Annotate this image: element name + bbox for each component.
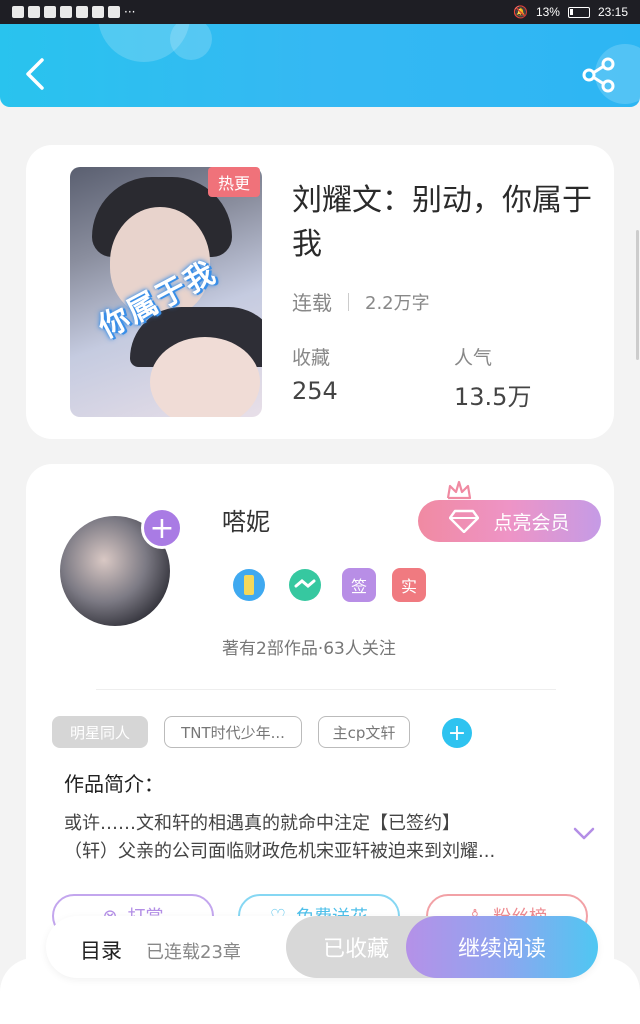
vip-button[interactable]: 点亮会员 xyxy=(418,500,601,542)
status-bar: ··· 🔕 13% 23:15 xyxy=(0,0,640,24)
book-cover[interactable]: 你属于我 xyxy=(70,167,262,417)
intro-line: 或许……文和轩的相遇真的就命中注定【已签约】 xyxy=(64,813,460,834)
author-name[interactable]: 嗒妮 xyxy=(222,502,270,537)
book-title: 刘耀文：别动，你属于我 xyxy=(292,183,592,262)
clock: 23:15 xyxy=(597,5,628,19)
scrollbar[interactable] xyxy=(636,230,639,360)
bulb-icon xyxy=(108,6,120,18)
bulb-icon xyxy=(92,6,104,18)
mute-icon: 🔕 xyxy=(512,5,528,19)
decor-bubble xyxy=(170,18,212,60)
cover-figure xyxy=(150,337,260,417)
wifi-icon xyxy=(12,6,24,18)
vip-button-label: 点亮会员 xyxy=(493,511,570,534)
notification-icons: ··· xyxy=(12,5,135,19)
verified-badge: 实 xyxy=(392,568,426,602)
back-icon[interactable] xyxy=(18,56,54,92)
popularity-value: 13.5万 xyxy=(454,383,532,411)
chapter-count[interactable]: 已连载23章 xyxy=(146,938,241,964)
tag-category[interactable]: 明星同人 xyxy=(52,716,148,748)
book-meta: 连载 2.2万字 xyxy=(292,287,430,316)
serial-status: 连载 xyxy=(292,291,332,315)
book-info-card: 你属于我 热更 刘耀文：别动，你属于我 连载 2.2万字 收藏 254 人气 1… xyxy=(26,145,614,439)
handshake-medal-icon xyxy=(289,569,321,601)
battery-icon xyxy=(567,6,590,18)
battery-percent: 13% xyxy=(535,5,560,19)
more-icon: ··· xyxy=(124,5,136,19)
share-icon[interactable] xyxy=(580,56,618,94)
tag-tnt[interactable]: TNT时代少年... xyxy=(164,716,302,748)
chevron-down-icon[interactable] xyxy=(572,826,596,842)
word-count: 2.2万字 xyxy=(365,292,430,314)
tag-cp[interactable]: 主cp文轩 xyxy=(318,716,410,748)
hot-update-badge: 热更 xyxy=(208,167,260,197)
weibo-icon xyxy=(60,6,72,18)
diamond-icon xyxy=(449,509,480,533)
continue-reading-button[interactable]: 继续阅读 xyxy=(406,916,598,978)
favorites-value: 254 xyxy=(292,377,338,405)
intro-title: 作品简介： xyxy=(64,772,164,796)
crown-icon xyxy=(446,480,472,500)
qq-icon xyxy=(28,6,40,18)
phone-medal-icon xyxy=(233,569,265,601)
app-icon xyxy=(76,6,88,18)
signed-badge: 签 xyxy=(342,568,376,602)
favorites-label: 收藏 xyxy=(292,347,331,369)
app-header: ··· 🔕 13% 23:15 xyxy=(0,0,640,107)
intro-line: （轩）父亲的公司面临财政危机宋亚轩被迫来到刘耀... xyxy=(64,841,496,862)
meta-divider xyxy=(348,292,349,311)
popularity-label: 人气 xyxy=(454,347,493,369)
intro-text: 或许……文和轩的相遇真的就命中注定【已签约】 （轩）父亲的公司面临财政危机宋亚轩… xyxy=(64,810,564,866)
wechat-icon xyxy=(44,6,56,18)
toc-button[interactable]: 目录 xyxy=(80,935,122,965)
follow-button[interactable]: + xyxy=(141,507,183,549)
divider xyxy=(96,689,556,690)
add-tag-button[interactable]: + xyxy=(442,718,472,748)
author-stats: 著有2部作品·63人关注 xyxy=(222,639,396,659)
